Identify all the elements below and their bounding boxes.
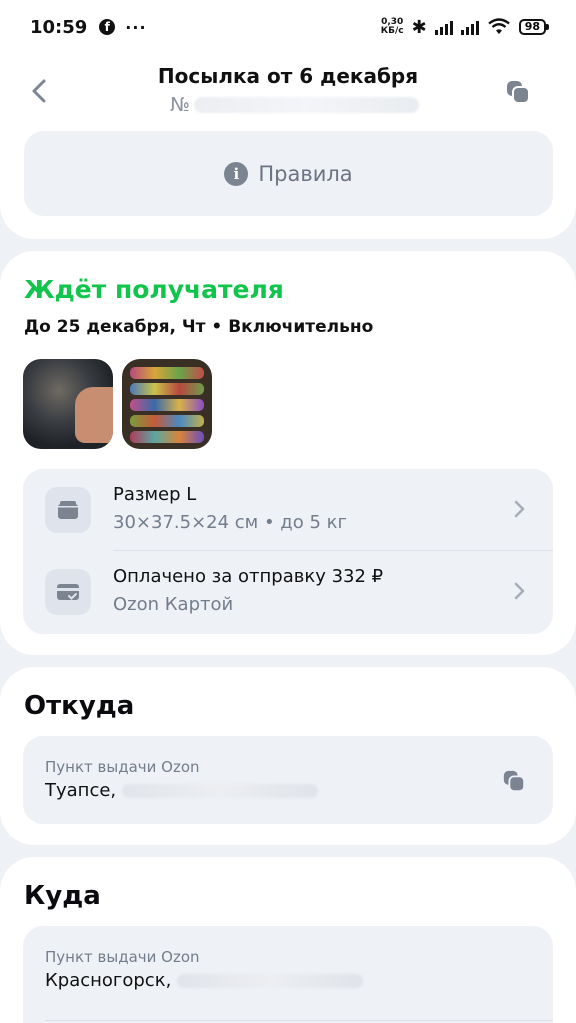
to-pickup-label: Пункт выдачи Ozon: [45, 948, 200, 966]
more-notifications-icon: ···: [125, 17, 147, 37]
copy-address-button[interactable]: [499, 766, 529, 796]
facebook-icon: f: [99, 19, 116, 35]
info-icon: i: [224, 161, 249, 186]
status-time: 10:59: [30, 16, 88, 38]
header-card: Посылка от 6 декабря № i Правила: [0, 54, 576, 239]
size-dimensions: 30×37.5×24 см • до 5 кг: [113, 512, 347, 533]
copy-number-button[interactable]: [500, 74, 536, 110]
card-icon: [45, 569, 91, 615]
divider: [45, 1020, 553, 1021]
from-card: Откуда Пункт выдачи Ozon Туапсе,: [0, 667, 576, 845]
network-speed: 0,30 КБ/с: [380, 17, 404, 36]
from-heading: Откуда: [24, 691, 135, 721]
to-city: Красногорск,: [45, 970, 172, 991]
battery-icon: 98: [518, 19, 550, 35]
copy-icon: [507, 81, 530, 104]
status-deadline: До 25 декабря, Чт • Включительно: [24, 317, 374, 337]
payment-row[interactable]: Оплачено за отправку 332 ₽ Ozon Картой: [23, 551, 553, 633]
to-address-redacted: [177, 973, 364, 988]
status-bar: 10:59 f ··· 0,30 КБ/с ✱ 98: [0, 0, 576, 54]
to-heading: Куда: [24, 881, 101, 911]
parcel-details: Размер L 30×37.5×24 см • до 5 кг Оплачен…: [23, 469, 553, 634]
copy-icon: [503, 770, 526, 793]
page-title: Посылка от 6 декабря: [157, 64, 419, 88]
rules-button[interactable]: i Правила: [24, 131, 553, 216]
parcel-photo[interactable]: [122, 359, 212, 449]
to-card: Куда Пункт выдачи Ozon Красногорск,: [0, 857, 576, 1023]
from-city: Туапсе,: [45, 780, 117, 801]
chevron-right-icon: [509, 581, 529, 601]
from-address-value: Туапсе,: [45, 780, 319, 801]
parcel-number-redacted: [193, 97, 419, 113]
chevron-right-icon: [509, 499, 529, 519]
to-address[interactable]: Пункт выдачи Ozon Красногорск,: [23, 926, 553, 1023]
parcel-number-prefix: №: [170, 94, 190, 116]
from-pickup-label: Пункт выдачи Ozon: [45, 758, 200, 776]
payment-title: Оплачено за отправку 332 ₽: [113, 566, 384, 587]
box-icon: [45, 487, 91, 533]
bluetooth-icon: ✱: [411, 16, 427, 38]
status-title: Ждёт получателя: [24, 275, 284, 304]
from-address-redacted: [122, 783, 319, 798]
rules-label: Правила: [258, 161, 353, 186]
to-address-value: Красногорск,: [45, 970, 364, 991]
parcel-photo[interactable]: [23, 359, 113, 449]
parcel-number: №: [170, 92, 419, 118]
size-title: Размер L: [113, 484, 197, 505]
from-address[interactable]: Пункт выдачи Ozon Туапсе,: [23, 736, 553, 824]
parcel-status-card: Ждёт получателя До 25 декабря, Чт • Вклю…: [0, 251, 576, 655]
signal-icon: [460, 19, 479, 35]
payment-method: Ozon Картой: [113, 594, 234, 615]
size-row[interactable]: Размер L 30×37.5×24 см • до 5 кг: [23, 469, 553, 551]
wifi-icon: [487, 18, 510, 34]
signal-icon: [434, 19, 453, 35]
